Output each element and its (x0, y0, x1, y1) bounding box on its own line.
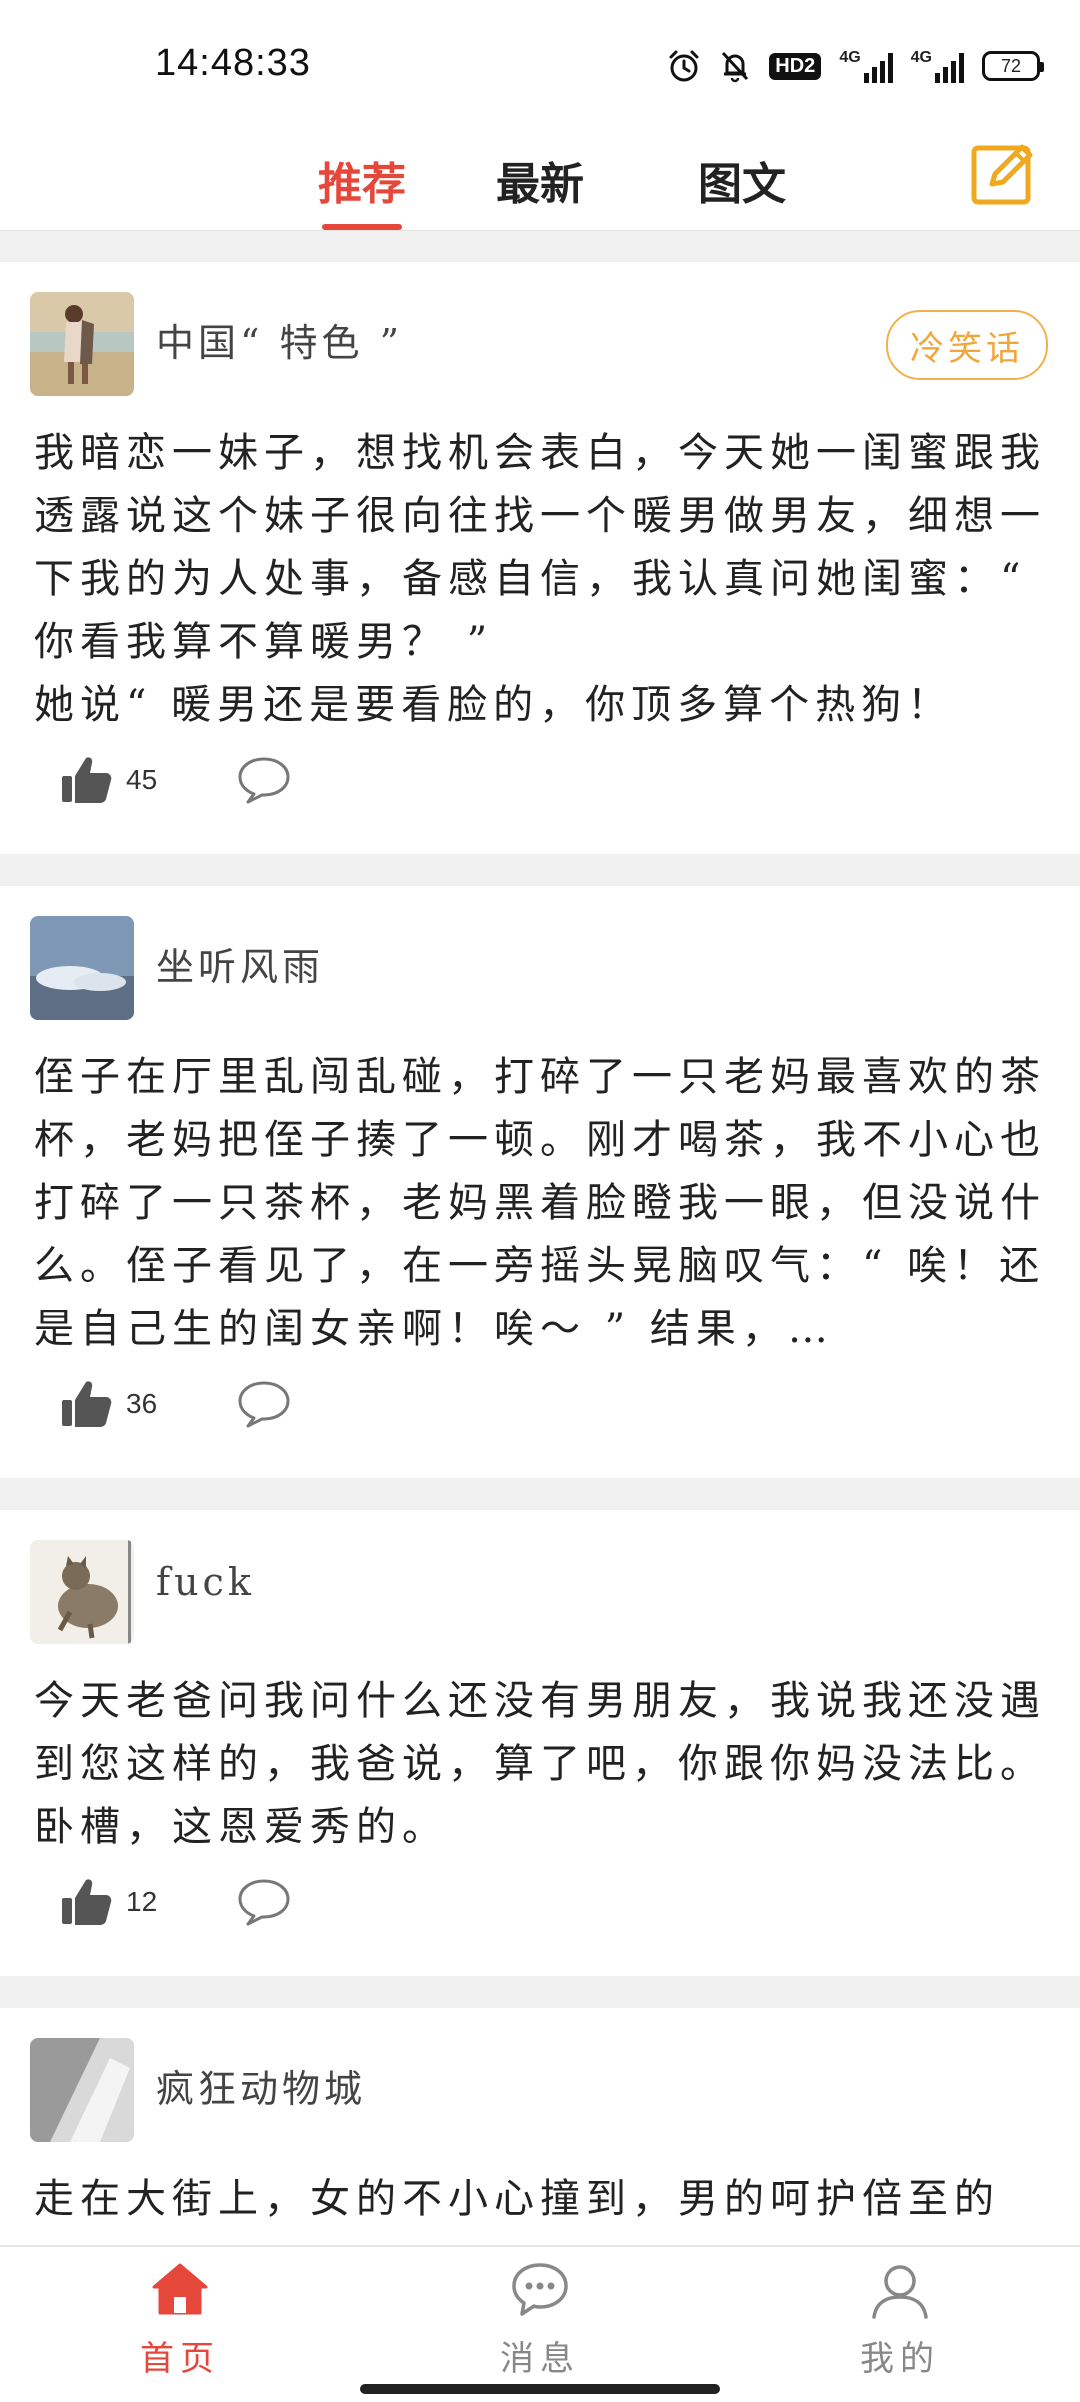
like-count: 12 (126, 1886, 158, 1917)
top-tab-bar: 推荐 最新 图文 (0, 130, 1080, 231)
tab-pictures[interactable]: 图文 (682, 130, 802, 230)
comment-icon[interactable] (236, 1379, 292, 1429)
thumbs-up-icon[interactable] (60, 754, 112, 806)
network-type-label: 4G (910, 49, 932, 66)
username[interactable]: 疯狂动物城 (156, 2058, 366, 2113)
hd-icon: HD2 (769, 52, 822, 80)
comment-icon[interactable] (236, 755, 292, 805)
tab-latest[interactable]: 最新 (480, 130, 600, 230)
like-count: 45 (126, 764, 158, 795)
battery-icon: 72 (982, 51, 1044, 81)
profile-icon (872, 2265, 928, 2319)
message-icon (512, 2263, 568, 2316)
signal-4g-icon: 4G (911, 49, 964, 83)
status-bar: 14:48:33 HD2 4G 4G 72 (0, 0, 1080, 130)
home-icon (152, 2263, 208, 2315)
username[interactable]: 坐听风雨 (156, 936, 324, 991)
edit-icon[interactable] (970, 138, 1038, 206)
nav-messages[interactable]: 消息 (440, 2259, 640, 2380)
thumbs-up-icon[interactable] (60, 1378, 112, 1430)
bottom-nav: 首页 消息 我的 (0, 2245, 1080, 2402)
nav-label: 我的 (860, 2339, 940, 2379)
username[interactable]: 中国“ 特色 ” (156, 312, 403, 367)
joke-card[interactable]: fuck 今天老爸问我问什么还没有男朋友，我说我还没遇到您这样的，我爸说，算了吧… (0, 1510, 1080, 1976)
alarm-icon (667, 49, 701, 83)
nav-label: 消息 (500, 2339, 580, 2379)
joke-card[interactable]: 疯狂动物城 走在大街上，女的不小心撞到，男的呵护倍至的 (0, 2008, 1080, 2248)
nav-label: 首页 (140, 2339, 220, 2379)
nav-home[interactable]: 首页 (80, 2259, 280, 2380)
joke-text: 侄子在厅里乱闯乱碰，打碎了一只老妈最喜欢的茶杯，老妈把侄子揍了一顿。刚才喝茶，我… (34, 1054, 1046, 1352)
username[interactable]: fuck (156, 1560, 255, 1604)
home-indicator[interactable] (360, 2384, 720, 2394)
avatar[interactable] (30, 1540, 134, 1644)
joke-text: 我暗恋一妹子，想找机会表白，今天她一闺蜜跟我透露说这个妹子很向往找一个暖男做男友… (34, 430, 1046, 728)
joke-text: 走在大街上，女的不小心撞到，男的呵护倍至的 (34, 2176, 1000, 2222)
card-actions: 45 (60, 750, 292, 810)
thumbs-up-icon[interactable] (60, 1876, 112, 1928)
tab-recommended[interactable]: 推荐 (302, 130, 422, 230)
card-actions: 12 (60, 1872, 292, 1932)
category-tag[interactable]: 冷笑话 (886, 310, 1048, 380)
signal-4g-icon: 4G (839, 49, 893, 83)
card-actions: 36 (60, 1374, 292, 1434)
joke-card[interactable]: 坐听风雨 侄子在厅里乱闯乱碰，打碎了一只老妈最喜欢的茶杯，老妈把侄子揍了一顿。刚… (0, 886, 1080, 1478)
joke-text: 今天老爸问我问什么还没有男朋友，我说我还没遇到您这样的，我爸说，算了吧，你跟你妈… (34, 1678, 1046, 1850)
joke-card[interactable]: 中国“ 特色 ” 冷笑话 我暗恋一妹子，想找机会表白，今天她一闺蜜跟我透露说这个… (0, 262, 1080, 854)
nav-profile[interactable]: 我的 (800, 2259, 1000, 2380)
status-time: 14:48:33 (155, 42, 311, 84)
status-icons: HD2 4G 4G 72 (667, 46, 1044, 86)
bell-mute-icon (719, 49, 751, 83)
avatar[interactable] (30, 2038, 134, 2142)
like-count: 36 (126, 1388, 158, 1419)
network-type-label: 4G (839, 49, 861, 66)
comment-icon[interactable] (236, 1877, 292, 1927)
avatar[interactable] (30, 916, 134, 1020)
avatar[interactable] (30, 292, 134, 396)
